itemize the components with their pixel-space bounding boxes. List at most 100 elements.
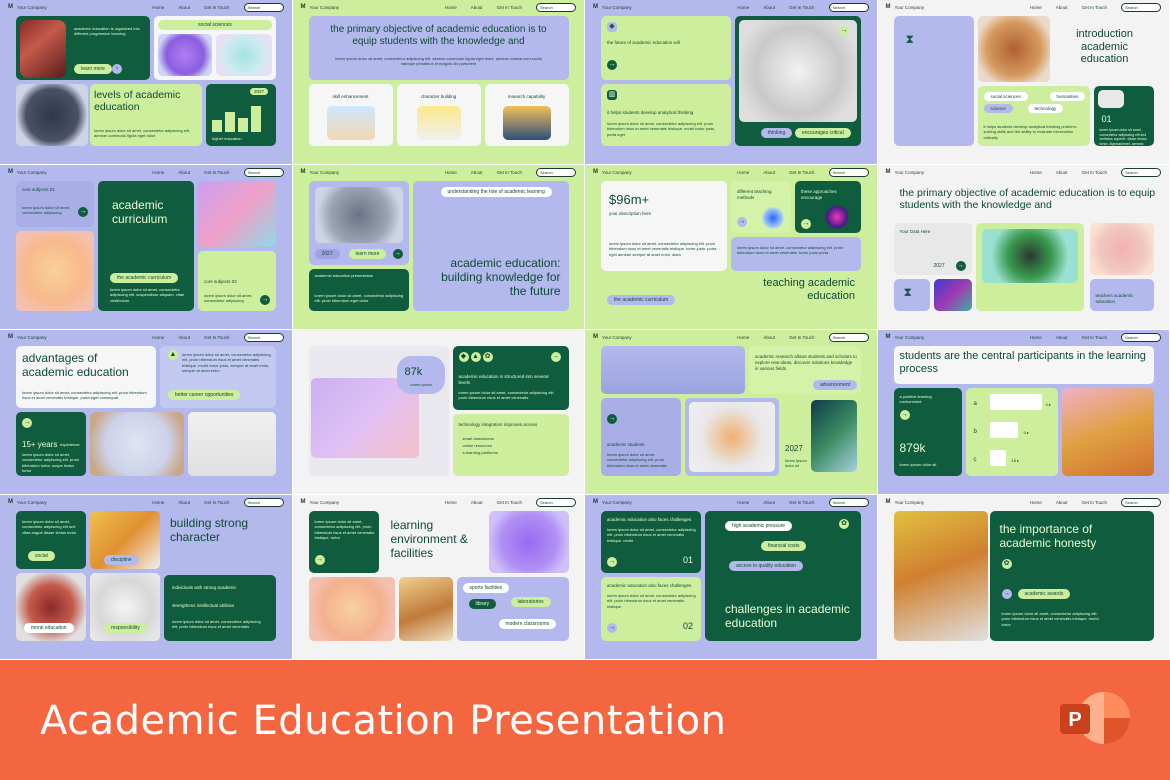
nav-contact[interactable]: Get In Touch (789, 170, 814, 175)
arrow-icon[interactable]: → (550, 352, 561, 362)
slide-13[interactable]: M Your Company Home About Get In Touch Search… (0, 495, 293, 660)
nav-home[interactable]: Home (152, 500, 164, 505)
arrow-icon[interactable]: → (607, 60, 617, 70)
nav-contact[interactable]: Get In Touch (204, 170, 229, 175)
nav-home[interactable]: Home (737, 500, 749, 505)
slide-15[interactable]: M Your Company Home About Get In Touch Search… (585, 495, 878, 660)
slide-11[interactable]: M Your Company Home About Get In Touch Search… (585, 330, 878, 495)
nav-home[interactable]: Home (445, 170, 457, 175)
search-input[interactable]: Search (1121, 497, 1161, 507)
nav-contact[interactable]: Get In Touch (204, 500, 229, 505)
option-c-box[interactable] (989, 450, 1006, 466)
slide-14[interactable]: M Your Company Home About Get In Touch Search… (292, 495, 585, 660)
search-input[interactable]: Search (536, 167, 576, 177)
nav-contact[interactable]: Get In Touch (1082, 335, 1107, 340)
nav-about[interactable]: About (763, 335, 775, 340)
slide-1[interactable]: M Your Company Home About Get In Touch Search… (0, 0, 293, 165)
learn-more-button[interactable]: learn more (74, 64, 112, 74)
arrow-icon[interactable]: → (607, 623, 617, 633)
arrow-icon[interactable]: → (22, 418, 32, 428)
nav-home[interactable]: Home (152, 5, 164, 10)
nav-contact[interactable]: Get In Touch (497, 170, 522, 175)
option-a-box[interactable] (989, 394, 1042, 410)
arrow-icon[interactable]: → (839, 26, 849, 36)
search-input[interactable]: Search (828, 2, 869, 12)
nav-contact[interactable]: Get In Touch (497, 5, 522, 10)
search-input[interactable]: Search (243, 167, 284, 177)
search-input[interactable]: Search (1121, 167, 1161, 177)
nav-contact[interactable]: Get In Touch (497, 500, 522, 505)
nav-home[interactable]: Home (445, 500, 457, 505)
nav-about[interactable]: About (763, 500, 775, 505)
nav-about[interactable]: About (178, 500, 190, 505)
nav-contact[interactable]: Get In Touch (204, 335, 229, 340)
arrow-icon[interactable]: → (737, 217, 747, 227)
arrow-icon[interactable]: → (78, 207, 88, 217)
search-input[interactable]: Search (536, 497, 576, 507)
slide-2[interactable]: M Your Company Home About Get In Touch Search… (292, 0, 585, 165)
search-input[interactable]: Search (1121, 2, 1161, 12)
nav-home[interactable]: Home (152, 170, 164, 175)
nav-contact[interactable]: Get In Touch (789, 335, 814, 340)
slide-5[interactable]: M Your Company Home About Get In Touch Search… (0, 165, 293, 330)
slide-10[interactable]: 87k lorem ipsum ◆ ▲ ✿ → academic educati… (292, 330, 585, 495)
nav-about[interactable]: About (178, 5, 190, 10)
search-input[interactable]: Search (243, 2, 284, 12)
nav-about[interactable]: About (471, 5, 483, 10)
slide-7[interactable]: M Your Company Home About Get In Touch Search… (585, 165, 878, 330)
nav-contact[interactable]: Get In Touch (789, 5, 814, 10)
nav-about[interactable]: About (1056, 335, 1068, 340)
search-input[interactable]: Search (243, 497, 284, 507)
nav-home[interactable]: Home (737, 335, 749, 340)
nav-home[interactable]: Home (152, 335, 164, 340)
nav-about[interactable]: About (471, 170, 483, 175)
arrow-icon[interactable]: → (260, 295, 270, 305)
nav-contact[interactable]: Get In Touch (789, 500, 814, 505)
nav-about[interactable]: About (178, 335, 190, 340)
arrow-icon[interactable]: → (607, 414, 617, 424)
slide-12[interactable]: M Your Company Home About Get In Touch Search… (877, 330, 1170, 495)
option-b-box[interactable] (989, 422, 1018, 438)
nav-about[interactable]: About (763, 170, 775, 175)
nav-home[interactable]: Home (1030, 170, 1042, 175)
nav-home[interactable]: Home (1030, 335, 1042, 340)
search-input[interactable]: Search (536, 2, 576, 12)
search-input[interactable]: Search (828, 332, 869, 342)
arrow-icon[interactable]: → (607, 557, 617, 567)
slide-16[interactable]: M Your Company Home About Get In Touch Search… (877, 495, 1170, 660)
slide-3[interactable]: M Your Company Home About Get In Touch Search… (585, 0, 878, 165)
arrow-icon[interactable]: → (899, 410, 910, 420)
list-item-1[interactable]: individuals with strong academic (172, 585, 237, 591)
nav-home[interactable]: Home (445, 5, 457, 10)
nav-home[interactable]: Home (1030, 500, 1042, 505)
nav-about[interactable]: About (1056, 170, 1068, 175)
search-input[interactable]: Search (243, 332, 284, 342)
nav-contact[interactable]: Get In Touch (204, 5, 229, 10)
arrow-icon[interactable]: → (392, 249, 403, 259)
arrow-icon[interactable]: → (801, 219, 811, 229)
nav-about[interactable]: About (763, 5, 775, 10)
slide-4[interactable]: M Your Company Home About Get In Touch Search… (877, 0, 1170, 165)
slide-8[interactable]: M Your Company Home About Get In Touch Search… (877, 165, 1170, 330)
nav-home[interactable]: Home (737, 170, 749, 175)
arrow-icon[interactable]: → (955, 261, 966, 271)
slide-9[interactable]: M Your Company Home About Get In Touch Search… (0, 330, 293, 495)
nav-about[interactable]: About (1056, 500, 1068, 505)
list-item-2[interactable]: strengthens intellectual abilities (172, 603, 234, 609)
learn-more-button[interactable]: learn more (348, 249, 387, 259)
nav-about[interactable]: About (178, 170, 190, 175)
slide-6[interactable]: M Your Company Home About Get In Touch Search… (292, 165, 585, 330)
search-input[interactable]: Search (828, 167, 869, 177)
arrow-icon[interactable]: → (1001, 589, 1012, 599)
search-input[interactable]: Search (1121, 332, 1161, 342)
nav-contact[interactable]: Get In Touch (1082, 500, 1107, 505)
nav-contact[interactable]: Get In Touch (1082, 5, 1107, 10)
nav-home[interactable]: Home (1030, 5, 1042, 10)
arrow-icon[interactable]: › (112, 64, 122, 74)
arrow-icon[interactable]: → (314, 555, 325, 565)
nav-home[interactable]: Home (737, 5, 749, 10)
nav-contact[interactable]: Get In Touch (1082, 170, 1107, 175)
search-input[interactable]: Search (828, 497, 869, 507)
nav-about[interactable]: About (1056, 5, 1068, 10)
nav-about[interactable]: About (471, 500, 483, 505)
